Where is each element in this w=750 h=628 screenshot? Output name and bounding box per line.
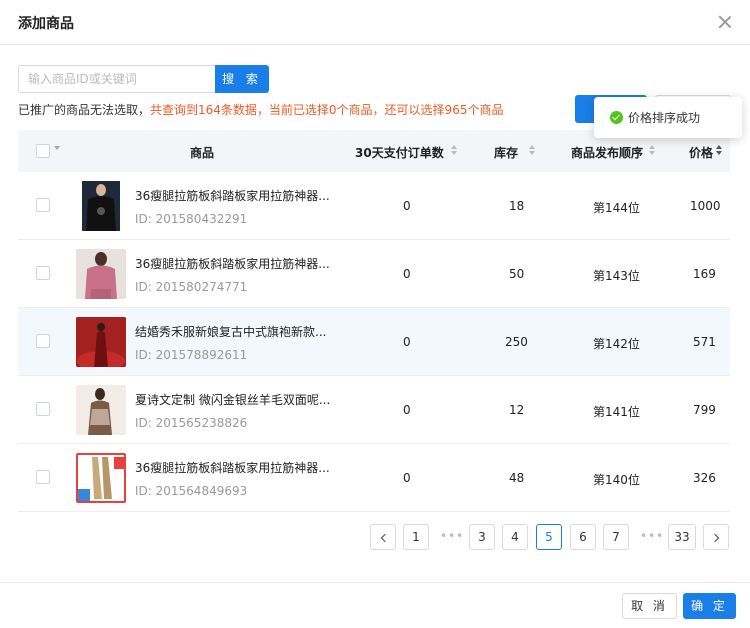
table-row: 结婚秀禾服新娘复古中式旗袍新款... ID: 201578892611 0 25… (18, 308, 730, 376)
pagination-ellipsis[interactable]: ••• (440, 529, 464, 543)
column-header-stock[interactable]: 库存 (494, 144, 518, 161)
sort-icon[interactable] (529, 145, 536, 157)
publish-order-value: 第144位 (593, 201, 640, 215)
chevron-right-icon (710, 533, 719, 543)
orders-value: 0 (403, 335, 411, 349)
publish-order-value: 第140位 (593, 473, 640, 487)
product-id: ID: 201580432291 (135, 212, 248, 226)
row-checkbox[interactable] (36, 198, 50, 212)
sort-icon-active[interactable] (716, 145, 723, 157)
table-row: 夏诗文定制 微闪金银丝羊毛双面呢... ID: 201565238826 0 1… (18, 376, 730, 444)
publish-order-value: 第143位 (593, 269, 640, 283)
product-id: ID: 201564849693 (135, 484, 248, 498)
product-name: 结婚秀禾服新娘复古中式旗袍新款... (135, 325, 327, 339)
price-value: 1000 (690, 199, 721, 213)
row-checkbox[interactable] (36, 334, 50, 348)
toast-message: 价格排序成功 (628, 111, 701, 125)
add-product-dialog: 添加商品 搜 索 已推广的商品无法选取，共查询到164条数据，当前已选择0个商品… (0, 0, 750, 628)
price-value: 571 (693, 335, 716, 349)
next-page-button[interactable] (703, 524, 729, 550)
dialog-title: 添加商品 (18, 16, 74, 32)
orders-value: 0 (403, 403, 411, 417)
stock-value: 50 (509, 267, 525, 281)
success-toast: 价格排序成功 (594, 97, 742, 138)
row-checkbox[interactable] (36, 402, 50, 416)
page-button[interactable]: 7 (603, 524, 629, 550)
product-name: 36瘦腿拉筋板斜踏板家用拉筋神器... (135, 461, 330, 475)
product-thumbnail (76, 317, 126, 367)
notice-static-text: 已推广的商品无法选取， (18, 103, 151, 117)
page-button[interactable]: 4 (502, 524, 528, 550)
orders-value: 0 (403, 199, 411, 213)
publish-order-value: 第142位 (593, 337, 640, 351)
product-id: ID: 201580274771 (135, 280, 248, 294)
chevron-down-icon[interactable] (54, 146, 60, 150)
table-row: 36瘦腿拉筋板斜踏板家用拉筋神器... ID: 201580432291 0 1… (18, 172, 730, 240)
dialog-header: 添加商品 (0, 0, 750, 45)
price-value: 169 (693, 267, 716, 281)
close-icon[interactable] (716, 13, 734, 31)
product-name: 36瘦腿拉筋板斜踏板家用拉筋神器... (135, 257, 330, 271)
confirm-button[interactable]: 确 定 (683, 593, 736, 619)
product-id: ID: 201578892611 (135, 348, 248, 362)
cancel-button[interactable]: 取 消 (622, 593, 677, 619)
orders-value: 0 (403, 471, 411, 485)
check-circle-icon (610, 111, 623, 124)
notice-result-text: 共查询到164条数据，当前已选择0个商品，还可以选择965个商品 (150, 103, 504, 117)
product-thumbnail (76, 385, 126, 435)
publish-order-value: 第141位 (593, 405, 640, 419)
column-header-price[interactable]: 价格 (689, 144, 713, 161)
page-button[interactable]: 3 (469, 524, 495, 550)
product-name: 36瘦腿拉筋板斜踏板家用拉筋神器... (135, 189, 330, 203)
orders-value: 0 (403, 267, 411, 281)
table-row: 36瘦腿拉筋板斜踏板家用拉筋神器... ID: 201580274771 0 5… (18, 240, 730, 308)
page-button-current[interactable]: 5 (536, 524, 562, 550)
prev-page-button[interactable] (370, 524, 396, 550)
selection-notice: 已推广的商品无法选取，共查询到164条数据，当前已选择0个商品，还可以选择965… (18, 101, 503, 118)
search-button[interactable]: 搜 索 (215, 65, 269, 93)
page-button[interactable]: 6 (570, 524, 596, 550)
sort-icon[interactable] (649, 145, 656, 157)
row-checkbox[interactable] (36, 266, 50, 280)
select-all-checkbox[interactable] (36, 144, 50, 158)
price-value: 799 (693, 403, 716, 417)
column-header-orders[interactable]: 30天支付订单数 (355, 144, 444, 161)
product-thumbnail (76, 249, 126, 299)
product-thumbnail (76, 181, 126, 231)
row-checkbox[interactable] (36, 470, 50, 484)
stock-value: 48 (509, 471, 525, 485)
page-button[interactable]: 33 (668, 524, 696, 550)
column-header-product: 商品 (190, 146, 215, 160)
chevron-left-icon (380, 533, 389, 543)
product-id: ID: 201565238826 (135, 416, 248, 430)
sort-icon[interactable] (451, 145, 458, 157)
product-thumbnail (76, 453, 126, 503)
product-name: 夏诗文定制 微闪金银丝羊毛双面呢... (135, 393, 331, 407)
price-value: 326 (693, 471, 716, 485)
table-row: 36瘦腿拉筋板斜踏板家用拉筋神器... ID: 201564849693 0 4… (18, 444, 730, 512)
search-input[interactable] (18, 65, 216, 93)
stock-value: 250 (505, 335, 528, 349)
page-button[interactable]: 1 (403, 524, 429, 550)
pagination-ellipsis[interactable]: ••• (640, 529, 664, 543)
stock-value: 18 (509, 199, 525, 213)
column-header-publish-order[interactable]: 商品发布顺序 (571, 144, 643, 161)
stock-value: 12 (509, 403, 525, 417)
